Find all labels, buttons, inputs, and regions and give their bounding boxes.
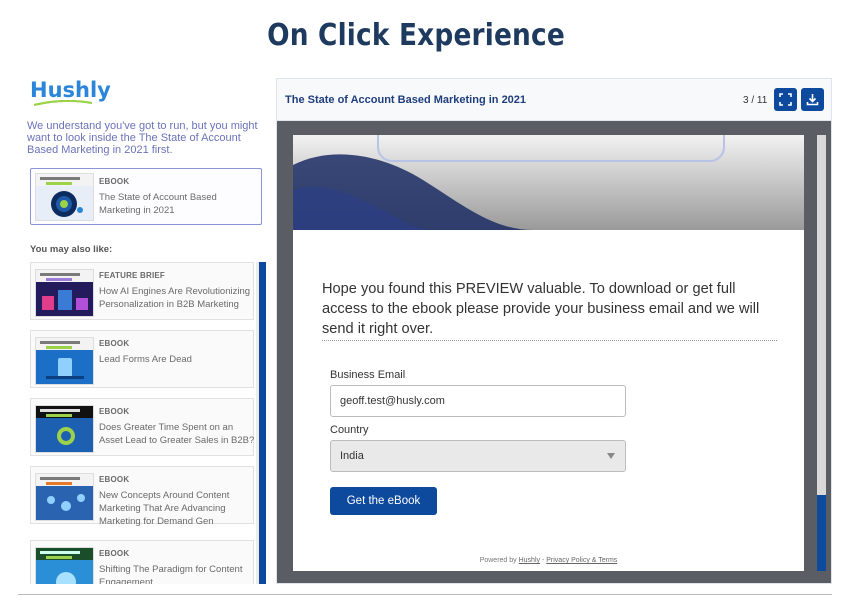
gate-message: Hope you found this PREVIEW valuable. To… (322, 281, 760, 337)
country-value: India (340, 450, 364, 462)
hushly-link[interactable]: Hushly (519, 557, 540, 564)
asset-thumbnail (35, 473, 94, 521)
list-item[interactable]: EBOOK Does Greater Time Spent on an Asse… (30, 398, 254, 456)
logo-swoosh-icon (34, 100, 92, 106)
asset-type: EBOOK (99, 339, 130, 348)
page: On Click Experience Hushly We understand… (0, 0, 856, 614)
asset-title: How AI Engines Are Revolutionizing Perso… (99, 286, 251, 310)
download-button[interactable] (801, 88, 824, 111)
asset-thumbnail (35, 269, 94, 317)
bottom-divider (18, 594, 832, 595)
email-field[interactable]: geoff.test@husly.com (330, 385, 626, 417)
featured-asset-type: EBOOK (99, 177, 130, 186)
asset-type: EBOOK (99, 407, 130, 416)
asset-type: FEATURE BRIEF (99, 271, 166, 280)
viewer-body: Hope you found this PREVIEW valuable. To… (277, 121, 831, 583)
asset-thumbnail (35, 547, 94, 584)
list-item[interactable]: FEATURE BRIEF How AI Engines Are Revolut… (30, 262, 254, 320)
list-item[interactable]: EBOOK New Concepts Around Content Market… (30, 466, 254, 527)
asset-thumbnail (35, 337, 94, 385)
asset-type: EBOOK (99, 549, 130, 558)
list-item[interactable]: EBOOK Lead Forms Are Dead (30, 330, 254, 388)
asset-thumbnail (35, 405, 94, 453)
country-select[interactable]: India (330, 440, 626, 472)
fullscreen-button[interactable] (774, 88, 797, 111)
viewer-scrollbar[interactable] (817, 495, 826, 571)
document-viewer: The State of Account Based Marketing in … (276, 78, 832, 584)
page-heading: On Click Experience (267, 18, 565, 53)
viewer-header: The State of Account Based Marketing in … (277, 79, 831, 121)
fullscreen-icon (779, 93, 792, 106)
asset-title: Shifting The Paradigm for Content Engage… (99, 564, 243, 584)
asset-title: New Concepts Around Content Marketing Th… (99, 490, 230, 527)
sidebar-intro-text: We understand you've got to run, but you… (27, 120, 258, 156)
download-icon (806, 94, 819, 106)
divider (322, 340, 777, 341)
email-label: Business Email (330, 369, 406, 381)
list-item[interactable]: EBOOK Shifting The Paradigm for Content … (30, 540, 254, 584)
page-cover-art (293, 135, 804, 230)
also-like-heading: You may also like: (30, 244, 113, 255)
recommendation-list: FEATURE BRIEF How AI Engines Are Revolut… (28, 262, 266, 584)
featured-asset-title: The State of Account Based Marketing in … (99, 192, 217, 216)
document-page: Hope you found this PREVIEW valuable. To… (293, 135, 804, 571)
asset-title: Lead Forms Are Dead (99, 354, 192, 365)
asset-type: EBOOK (99, 475, 130, 484)
chevron-down-icon (607, 453, 615, 459)
asset-title: Does Greater Time Spent on an Asset Lead… (99, 422, 255, 446)
powered-by-footer: Powered by Hushly - Privacy Policy & Ter… (479, 557, 618, 564)
page-indicator: 3 / 11 (743, 95, 768, 106)
privacy-policy-link[interactable]: Privacy Policy & Terms (546, 557, 617, 564)
featured-asset-thumbnail (35, 173, 94, 221)
get-ebook-button[interactable]: Get the eBook (330, 487, 437, 515)
featured-asset-card[interactable]: EBOOK The State of Account Based Marketi… (30, 168, 262, 225)
country-label: Country (330, 424, 369, 436)
list-scrollbar[interactable] (259, 262, 266, 584)
viewer-title: The State of Account Based Marketing in … (285, 94, 527, 106)
hushly-logo: Hushly (30, 78, 111, 102)
